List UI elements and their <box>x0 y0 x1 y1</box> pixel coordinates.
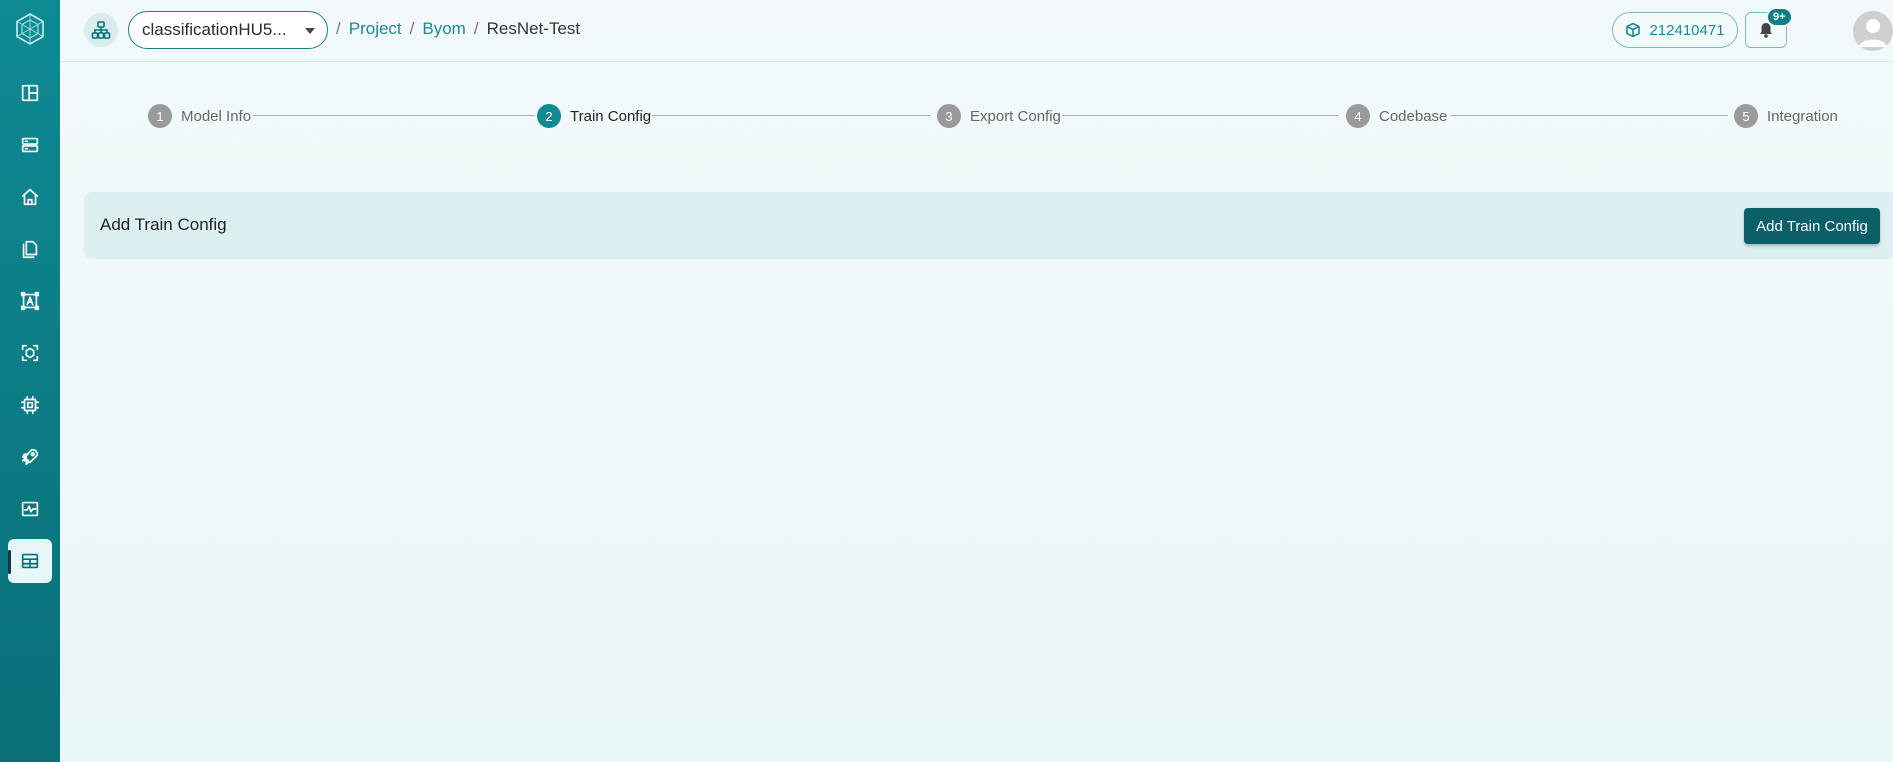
add-train-config-button[interactable]: Add Train Config <box>1744 208 1880 244</box>
step-number: 5 <box>1734 104 1758 128</box>
active-nav-marker <box>8 550 11 574</box>
step-number: 3 <box>937 104 961 128</box>
monitoring-icon <box>21 501 39 517</box>
step-label: Integration <box>1767 107 1838 125</box>
step-label: Model Info <box>181 107 252 125</box>
project-hierarchy-icon[interactable] <box>84 13 118 47</box>
app-logo-icon[interactable] <box>13 12 47 46</box>
storage-icon <box>21 137 39 153</box>
step-label: Codebase <box>1379 107 1448 125</box>
sidebar-item-storage[interactable] <box>8 123 52 167</box>
model-cube-icon <box>21 344 39 362</box>
cube-icon <box>1626 22 1641 38</box>
project-select[interactable]: classificationHU5... <box>128 11 328 49</box>
annotation-icon <box>20 291 40 311</box>
step-model-info[interactable]: 1 Model Info <box>148 104 251 128</box>
sidebar-item-models[interactable] <box>8 331 52 375</box>
home-icon <box>21 188 39 206</box>
step-export-config[interactable]: 3 Export Config <box>937 104 1061 128</box>
breadcrumb-link-project[interactable]: Project <box>349 19 402 39</box>
sidebar-item-compute[interactable] <box>8 383 52 427</box>
step-label: Export Config <box>970 107 1061 125</box>
train-config-card: Add Train Config Add Train Config <box>84 192 1893 259</box>
sidebar-item-documents[interactable] <box>8 227 52 271</box>
step-integration[interactable]: 5 Integration <box>1734 104 1838 128</box>
stepper: 1 Model Info 2 Train Config 3 Export Con… <box>0 104 1893 128</box>
step-number: 1 <box>148 104 172 128</box>
step-train-config[interactable]: 2 Train Config <box>537 104 651 128</box>
credits-value: 212410471 <box>1649 21 1725 39</box>
step-connector <box>652 115 930 116</box>
sidebar-item-monitoring[interactable] <box>8 487 52 531</box>
breadcrumb-separator: / <box>409 19 415 38</box>
breadcrumb-separator: / <box>336 19 341 38</box>
breadcrumb-separator: / <box>473 19 479 38</box>
breadcrumb: / Project / Byom / ResNet-Test <box>336 19 580 39</box>
dashboard-icon <box>21 84 39 102</box>
documents-icon <box>22 240 38 259</box>
breadcrumb-link-byom[interactable]: Byom <box>422 19 465 39</box>
sidebar-item-byom[interactable] <box>8 539 52 583</box>
sidebar-item-home[interactable] <box>8 175 52 219</box>
notification-badge: 9+ <box>1766 7 1793 27</box>
step-number: 2 <box>537 104 561 128</box>
step-connector <box>1450 115 1728 116</box>
project-select-value: classificationHU5... <box>142 20 287 39</box>
train-config-title: Add Train Config <box>100 215 227 234</box>
step-label: Train Config <box>570 107 652 125</box>
chevron-down-icon <box>305 28 315 34</box>
step-codebase[interactable]: 4 Codebase <box>1346 104 1447 128</box>
user-icon <box>1859 19 1887 47</box>
sidebar-item-annotation[interactable] <box>8 279 52 323</box>
step-number: 4 <box>1346 104 1370 128</box>
byom-icon <box>21 553 39 569</box>
step-connector <box>1062 115 1338 116</box>
rocket-icon <box>21 448 39 466</box>
step-connector <box>253 115 535 116</box>
breadcrumb-current: ResNet-Test <box>486 19 581 38</box>
avatar[interactable] <box>1853 11 1893 51</box>
chip-icon <box>20 395 40 415</box>
sidebar-item-deploy[interactable] <box>8 435 52 479</box>
credits-button[interactable]: 212410471 <box>1612 12 1738 48</box>
